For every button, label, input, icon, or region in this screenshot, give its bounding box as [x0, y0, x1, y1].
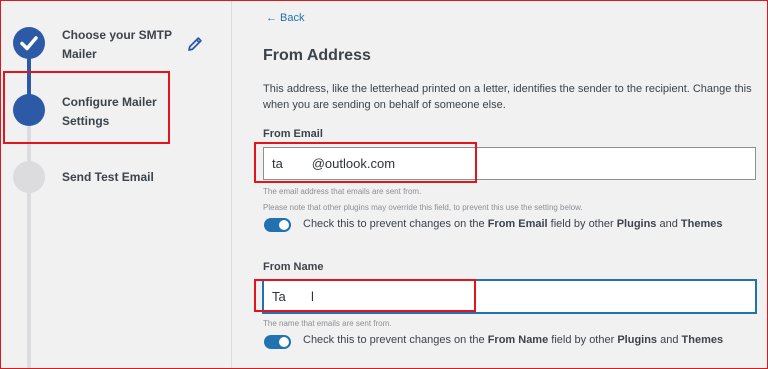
screenshot-border [0, 0, 768, 369]
